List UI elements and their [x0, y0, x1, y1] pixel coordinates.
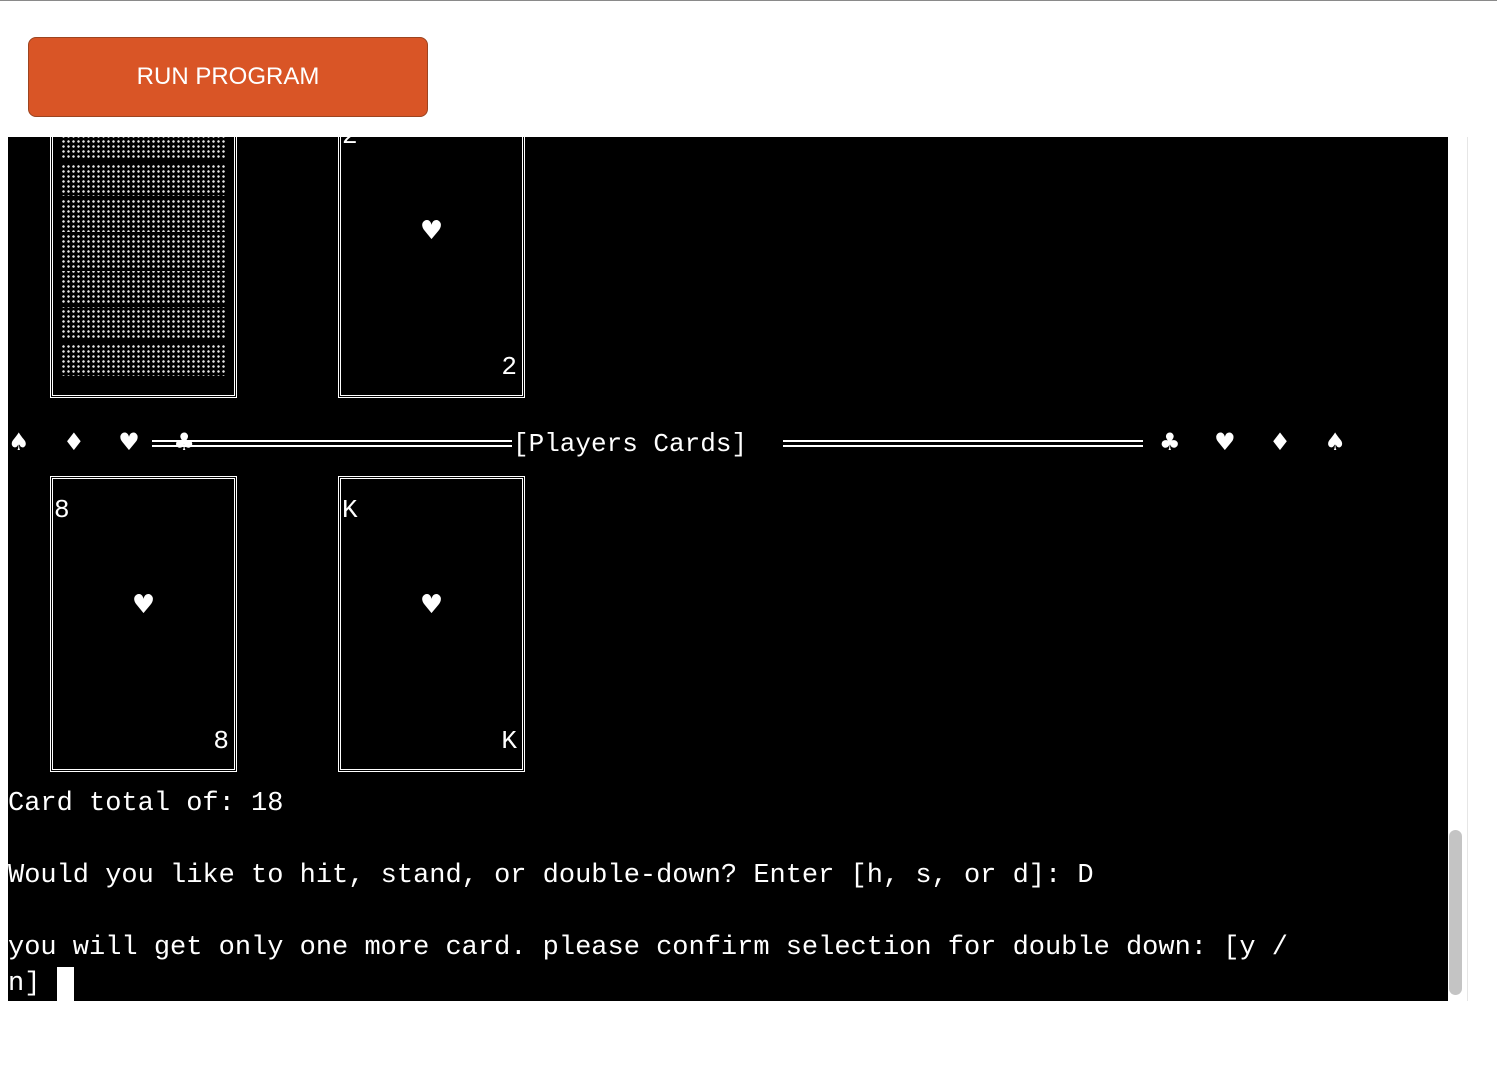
scrollbar-thumb[interactable] — [1449, 830, 1462, 995]
action-prompt-line: Would you like to hit, stand, or double-… — [8, 861, 1094, 891]
suit-icons-right: ♣ ♥ ♦ ♠ — [1159, 428, 1359, 456]
player-card-k: K ♥ K — [338, 476, 525, 772]
terminal[interactable]: 2 ♥ 2 ♠ ♦ ♥ ♣ [Players Cards] ♣ ♥ ♦ ♠ 8 … — [8, 137, 1448, 1001]
confirm-line-wrap-text: n] — [8, 969, 41, 999]
card-rank-bottom: K — [501, 726, 517, 756]
card-rank-top: 2 — [342, 137, 358, 149]
card-back-pattern — [61, 137, 226, 379]
heart-icon: ♥ — [419, 590, 444, 620]
terminal-cursor[interactable] — [57, 967, 75, 1001]
heart-icon: ♥ — [419, 216, 444, 246]
dealer-card-2: 2 ♥ 2 — [338, 137, 525, 398]
card-rank-top: K — [342, 495, 358, 525]
card-rank-top: 8 — [54, 495, 70, 525]
divider-label: [Players Cards] — [513, 429, 748, 459]
card-rank-bottom: 2 — [501, 352, 517, 382]
confirm-line: you will get only one more card. please … — [8, 933, 1289, 963]
players-cards-divider: ♠ ♦ ♥ ♣ [Players Cards] ♣ ♥ ♦ ♠ — [8, 425, 1448, 465]
run-program-button[interactable]: RUN PROGRAM — [28, 37, 428, 117]
heart-icon: ♥ — [131, 590, 156, 620]
player-card-8: 8 ♥ 8 — [50, 476, 237, 772]
top-border — [0, 0, 1497, 1]
card-rank-bottom: 8 — [213, 726, 229, 756]
divider-line-left — [152, 440, 512, 447]
dealer-card-facedown — [50, 137, 237, 398]
confirm-line-wrap: n] — [8, 967, 75, 1001]
card-total-line: Card total of: 18 — [8, 789, 284, 819]
divider-line-right — [783, 440, 1143, 447]
